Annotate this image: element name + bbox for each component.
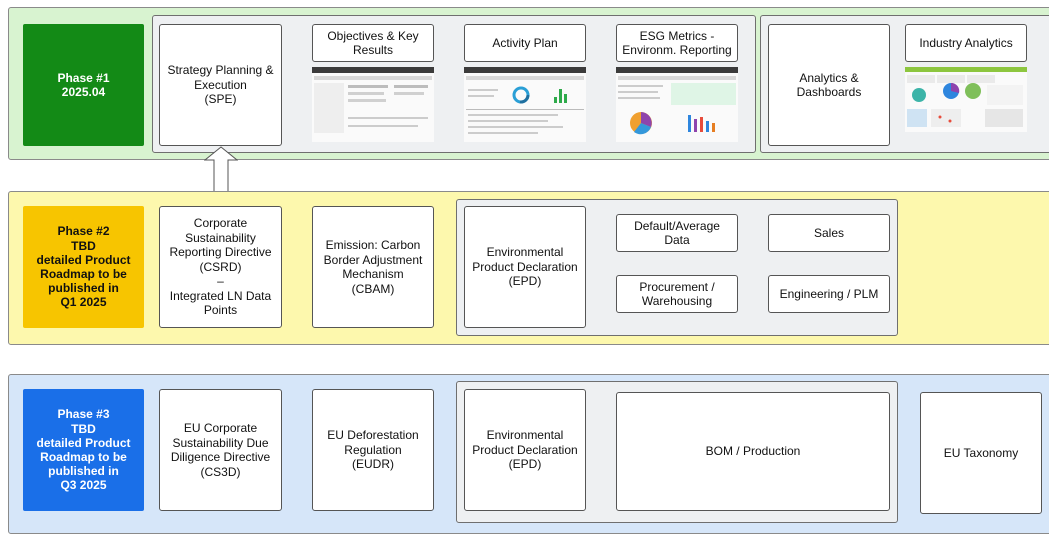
sales-box: Sales xyxy=(768,214,890,252)
phase3-label: Phase #3 TBD detailed Product Roadmap to… xyxy=(23,389,144,511)
eudr-box: EU Deforestation Regulation (EUDR) xyxy=(312,389,434,511)
procurement-warehousing-box: Procurement / Warehousing xyxy=(616,275,738,313)
csrd-box: Corporate Sustainability Reporting Direc… xyxy=(159,206,282,328)
default-average-data-box: Default/Average Data xyxy=(616,214,738,252)
esg-metrics-screenshot xyxy=(616,67,738,142)
industry-analytics-screenshot-graphic xyxy=(905,67,1027,127)
activity-plan-screenshot-graphic xyxy=(464,67,586,134)
epd-box-phase2: Environmental Product Declaration (EPD) xyxy=(464,206,586,328)
industry-analytics-screenshot xyxy=(905,67,1027,132)
eu-taxonomy-box: EU Taxonomy xyxy=(920,392,1042,514)
esg-metrics-box: ESG Metrics - Environm. Reporting xyxy=(616,24,738,62)
activity-plan-box: Activity Plan xyxy=(464,24,586,62)
analytics-dashboards-box: Analytics & Dashboards xyxy=(768,24,890,146)
esg-metrics-screenshot-graphic xyxy=(616,67,738,135)
bom-production-box: BOM / Production xyxy=(616,392,890,511)
activity-plan-screenshot xyxy=(464,67,586,142)
cbam-box: Emission: Carbon Border Adjustment Mecha… xyxy=(312,206,434,328)
epd-box-phase3: Environmental Product Declaration (EPD) xyxy=(464,389,586,511)
cs3d-box: EU Corporate Sustainability Due Diligenc… xyxy=(159,389,282,511)
phase2-label: Phase #2 TBD detailed Product Roadmap to… xyxy=(23,206,144,328)
okr-screenshot-graphic xyxy=(312,67,434,133)
industry-analytics-box: Industry Analytics xyxy=(905,24,1027,62)
phase1-label: Phase #1 2025.04 xyxy=(23,24,144,146)
engineering-plm-box: Engineering / PLM xyxy=(768,275,890,313)
okr-box: Objectives & Key Results xyxy=(312,24,434,62)
spe-box: Strategy Planning & Execution (SPE) xyxy=(159,24,282,146)
okr-screenshot xyxy=(312,67,434,142)
